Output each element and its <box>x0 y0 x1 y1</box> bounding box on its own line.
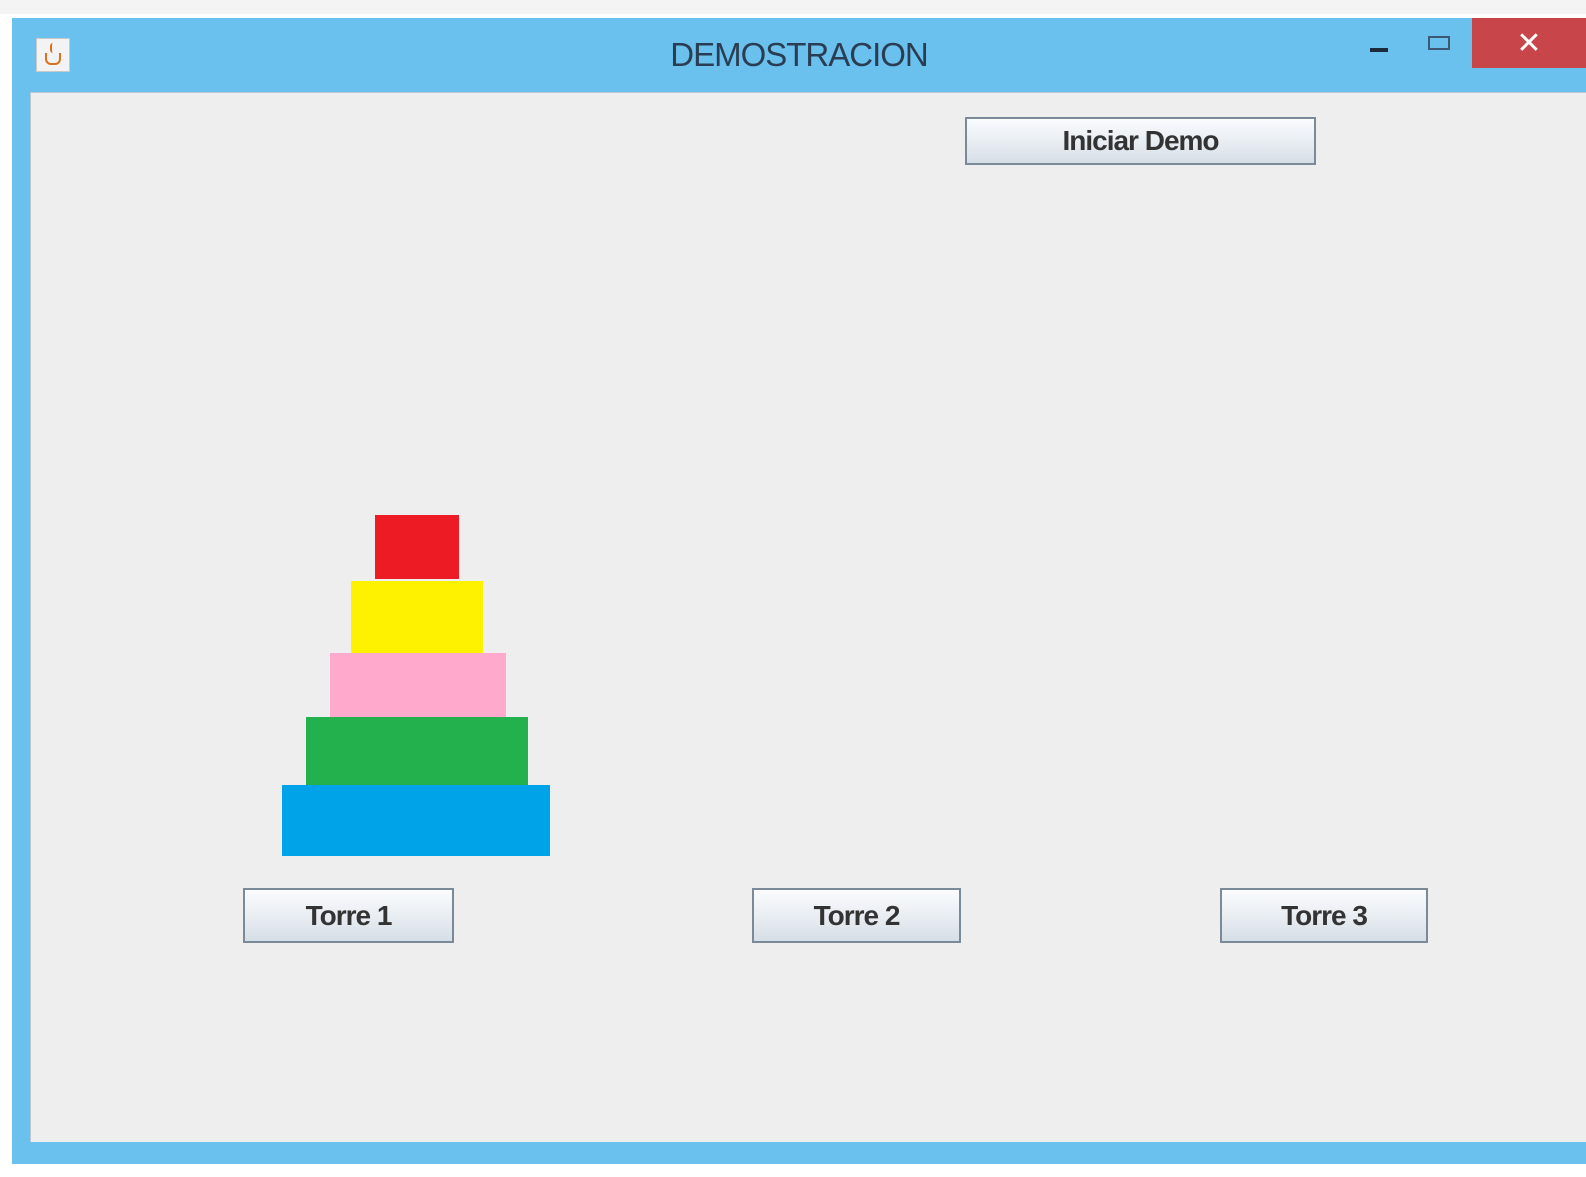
minimize-icon <box>1370 48 1388 52</box>
disk-5 <box>282 785 550 856</box>
window-title: DEMOSTRACION <box>670 36 929 73</box>
start-demo-button[interactable]: Iniciar Demo <box>965 117 1316 165</box>
tower-3-button[interactable]: Torre 3 <box>1220 888 1428 943</box>
content-panel: Iniciar Demo Torre 1 Torre 2 Torre 3 <box>30 92 1586 1142</box>
title-bar[interactable]: DEMOSTRACION ✕ <box>12 18 1586 92</box>
tower-1-button[interactable]: Torre 1 <box>243 888 454 943</box>
app-window: DEMOSTRACION ✕ Iniciar Demo Torre 1 Torr… <box>12 18 1586 1164</box>
desktop-strip <box>0 0 1586 14</box>
minimize-button[interactable] <box>1358 18 1404 68</box>
tower-2-button[interactable]: Torre 2 <box>752 888 961 943</box>
disk-4 <box>306 717 528 785</box>
maximize-icon <box>1428 36 1450 50</box>
disk-2 <box>351 581 483 653</box>
maximize-button[interactable] <box>1414 18 1464 68</box>
close-button[interactable]: ✕ <box>1472 18 1586 68</box>
close-icon: ✕ <box>1516 27 1542 60</box>
disk-1 <box>375 515 459 579</box>
disk-3 <box>330 653 506 717</box>
